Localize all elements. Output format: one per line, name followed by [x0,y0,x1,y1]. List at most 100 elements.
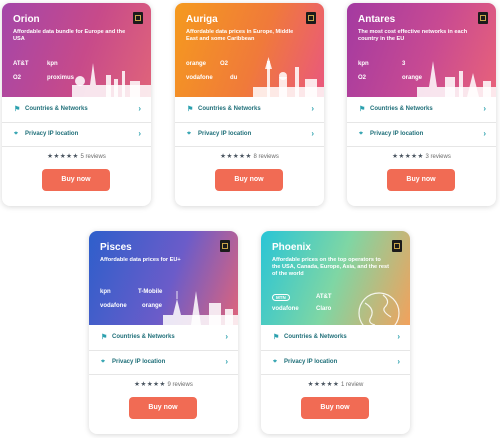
countries-networks-label: Countries & Networks [198,106,261,112]
divider [2,122,151,123]
divider [89,374,238,375]
divider [261,374,410,375]
chevron-right-icon: › [483,129,486,138]
reviews-count[interactable]: 9 reviews [167,382,192,388]
chevron-right-icon: › [311,129,314,138]
rating: ★★★★★ 1 review [261,380,410,388]
countries-networks-link[interactable]: ⚑ Countries & Networks › [187,104,314,116]
landmark-skyline-icon [253,57,324,97]
sim-chip-icon [478,12,488,24]
reviews-count[interactable]: 5 reviews [80,154,105,160]
chevron-right-icon: › [311,104,314,113]
landmark-skyline-icon [72,63,151,97]
card-header: Pisces Affordable data prices for EU+ kp… [89,231,238,325]
divider [2,146,151,147]
card-header: Phoenix Affordable prices on the top ope… [261,231,410,325]
globe-icon [358,292,400,325]
countries-networks-label: Countries & Networks [112,334,175,340]
plan-description: Affordable data bundle for Europe and th… [13,29,126,42]
star-rating-icon: ★★★★★ [220,153,252,160]
chevron-right-icon: › [138,129,141,138]
plan-name: Antares [358,14,396,25]
card-header: Orion Affordable data bundle for Europe … [2,3,151,97]
buy-now-button[interactable]: Buy now [42,169,110,191]
plan-card-phoenix: Phoenix Affordable prices on the top ope… [261,231,410,434]
sim-chip-icon [220,240,230,252]
countries-networks-label: Countries & Networks [370,106,433,112]
location-pin-icon: ⌖ [101,358,105,365]
buy-now-button[interactable]: Buy now [387,169,455,191]
location-pin-icon: ⌖ [187,130,191,137]
card-header: Antares The most cost effective networks… [347,3,496,97]
star-rating-icon: ★★★★★ [392,153,424,160]
reviews-count[interactable]: 3 reviews [425,154,450,160]
plan-description: Affordable prices on the top operators t… [272,257,389,277]
countries-networks-link[interactable]: ⚑ Countries & Networks › [273,332,400,344]
divider [347,122,496,123]
rating: ★★★★★ 5 reviews [2,152,151,160]
sim-chip-icon [133,12,143,24]
star-rating-icon: ★★★★★ [307,381,340,388]
chevron-right-icon: › [397,357,400,366]
privacy-ip-location-link[interactable]: ⌖ Privacy IP location › [101,357,228,369]
divider [261,350,410,351]
privacy-ip-label: Privacy IP location [198,131,252,137]
plan-card-auriga: Auriga Affordable data prices in Europe,… [175,3,324,206]
plan-description: Affordable data prices in Europe, Middle… [186,29,294,42]
chevron-right-icon: › [225,332,228,341]
card-header: Auriga Affordable data prices in Europe,… [175,3,324,97]
plan-description: Affordable data prices for EU+ [100,257,181,263]
reviews-count[interactable]: 1 review [341,382,363,388]
countries-networks-link[interactable]: ⚑ Countries & Networks › [14,104,141,116]
divider [175,146,324,147]
location-pin-icon: ⌖ [273,358,277,365]
chevron-right-icon: › [397,332,400,341]
buy-now-button[interactable]: Buy now [129,397,197,419]
divider [89,350,238,351]
privacy-ip-label: Privacy IP location [370,131,424,137]
rating: ★★★★★ 8 reviews [175,152,324,160]
sim-chip-icon [306,12,316,24]
reviews-count[interactable]: 8 reviews [253,154,278,160]
countries-networks-link[interactable]: ⚑ Countries & Networks › [359,104,486,116]
privacy-ip-location-link[interactable]: ⌖ Privacy IP location › [187,129,314,141]
privacy-ip-label: Privacy IP location [112,359,166,365]
divider [175,122,324,123]
countries-networks-label: Countries & Networks [25,106,88,112]
privacy-ip-location-link[interactable]: ⌖ Privacy IP location › [359,129,486,141]
flag-icon: ⚑ [187,106,194,113]
countries-networks-link[interactable]: ⚑ Countries & Networks › [101,332,228,344]
rating: ★★★★★ 9 reviews [89,380,238,388]
countries-networks-label: Countries & Networks [284,334,347,340]
landmark-skyline-icon [417,61,496,97]
rating: ★★★★★ 3 reviews [347,152,496,160]
location-pin-icon: ⌖ [359,130,363,137]
buy-now-button[interactable]: Buy now [215,169,283,191]
plan-name: Auriga [186,14,218,25]
plan-name: Orion [13,14,40,25]
divider [347,146,496,147]
flag-icon: ⚑ [101,334,108,341]
plan-card-orion: Orion Affordable data bundle for Europe … [2,3,151,206]
buy-now-button[interactable]: Buy now [301,397,369,419]
plan-name: Pisces [100,242,132,253]
plan-description: The most cost effective networks in each… [358,29,468,42]
chevron-right-icon: › [138,104,141,113]
plan-card-antares: Antares The most cost effective networks… [347,3,496,206]
flag-icon: ⚑ [359,106,366,113]
chevron-right-icon: › [225,357,228,366]
chevron-right-icon: › [483,104,486,113]
privacy-ip-label: Privacy IP location [25,131,79,137]
plan-card-pisces: Pisces Affordable data prices for EU+ kp… [89,231,238,434]
privacy-ip-label: Privacy IP location [284,359,338,365]
sim-chip-icon [392,240,402,252]
privacy-ip-location-link[interactable]: ⌖ Privacy IP location › [273,357,400,369]
privacy-ip-location-link[interactable]: ⌖ Privacy IP location › [14,129,141,141]
location-pin-icon: ⌖ [14,130,18,137]
star-rating-icon: ★★★★★ [47,153,79,160]
flag-icon: ⚑ [273,334,280,341]
plan-name: Phoenix [272,242,311,253]
star-rating-icon: ★★★★★ [134,381,166,388]
landmark-skyline-icon [163,291,238,325]
flag-icon: ⚑ [14,106,21,113]
